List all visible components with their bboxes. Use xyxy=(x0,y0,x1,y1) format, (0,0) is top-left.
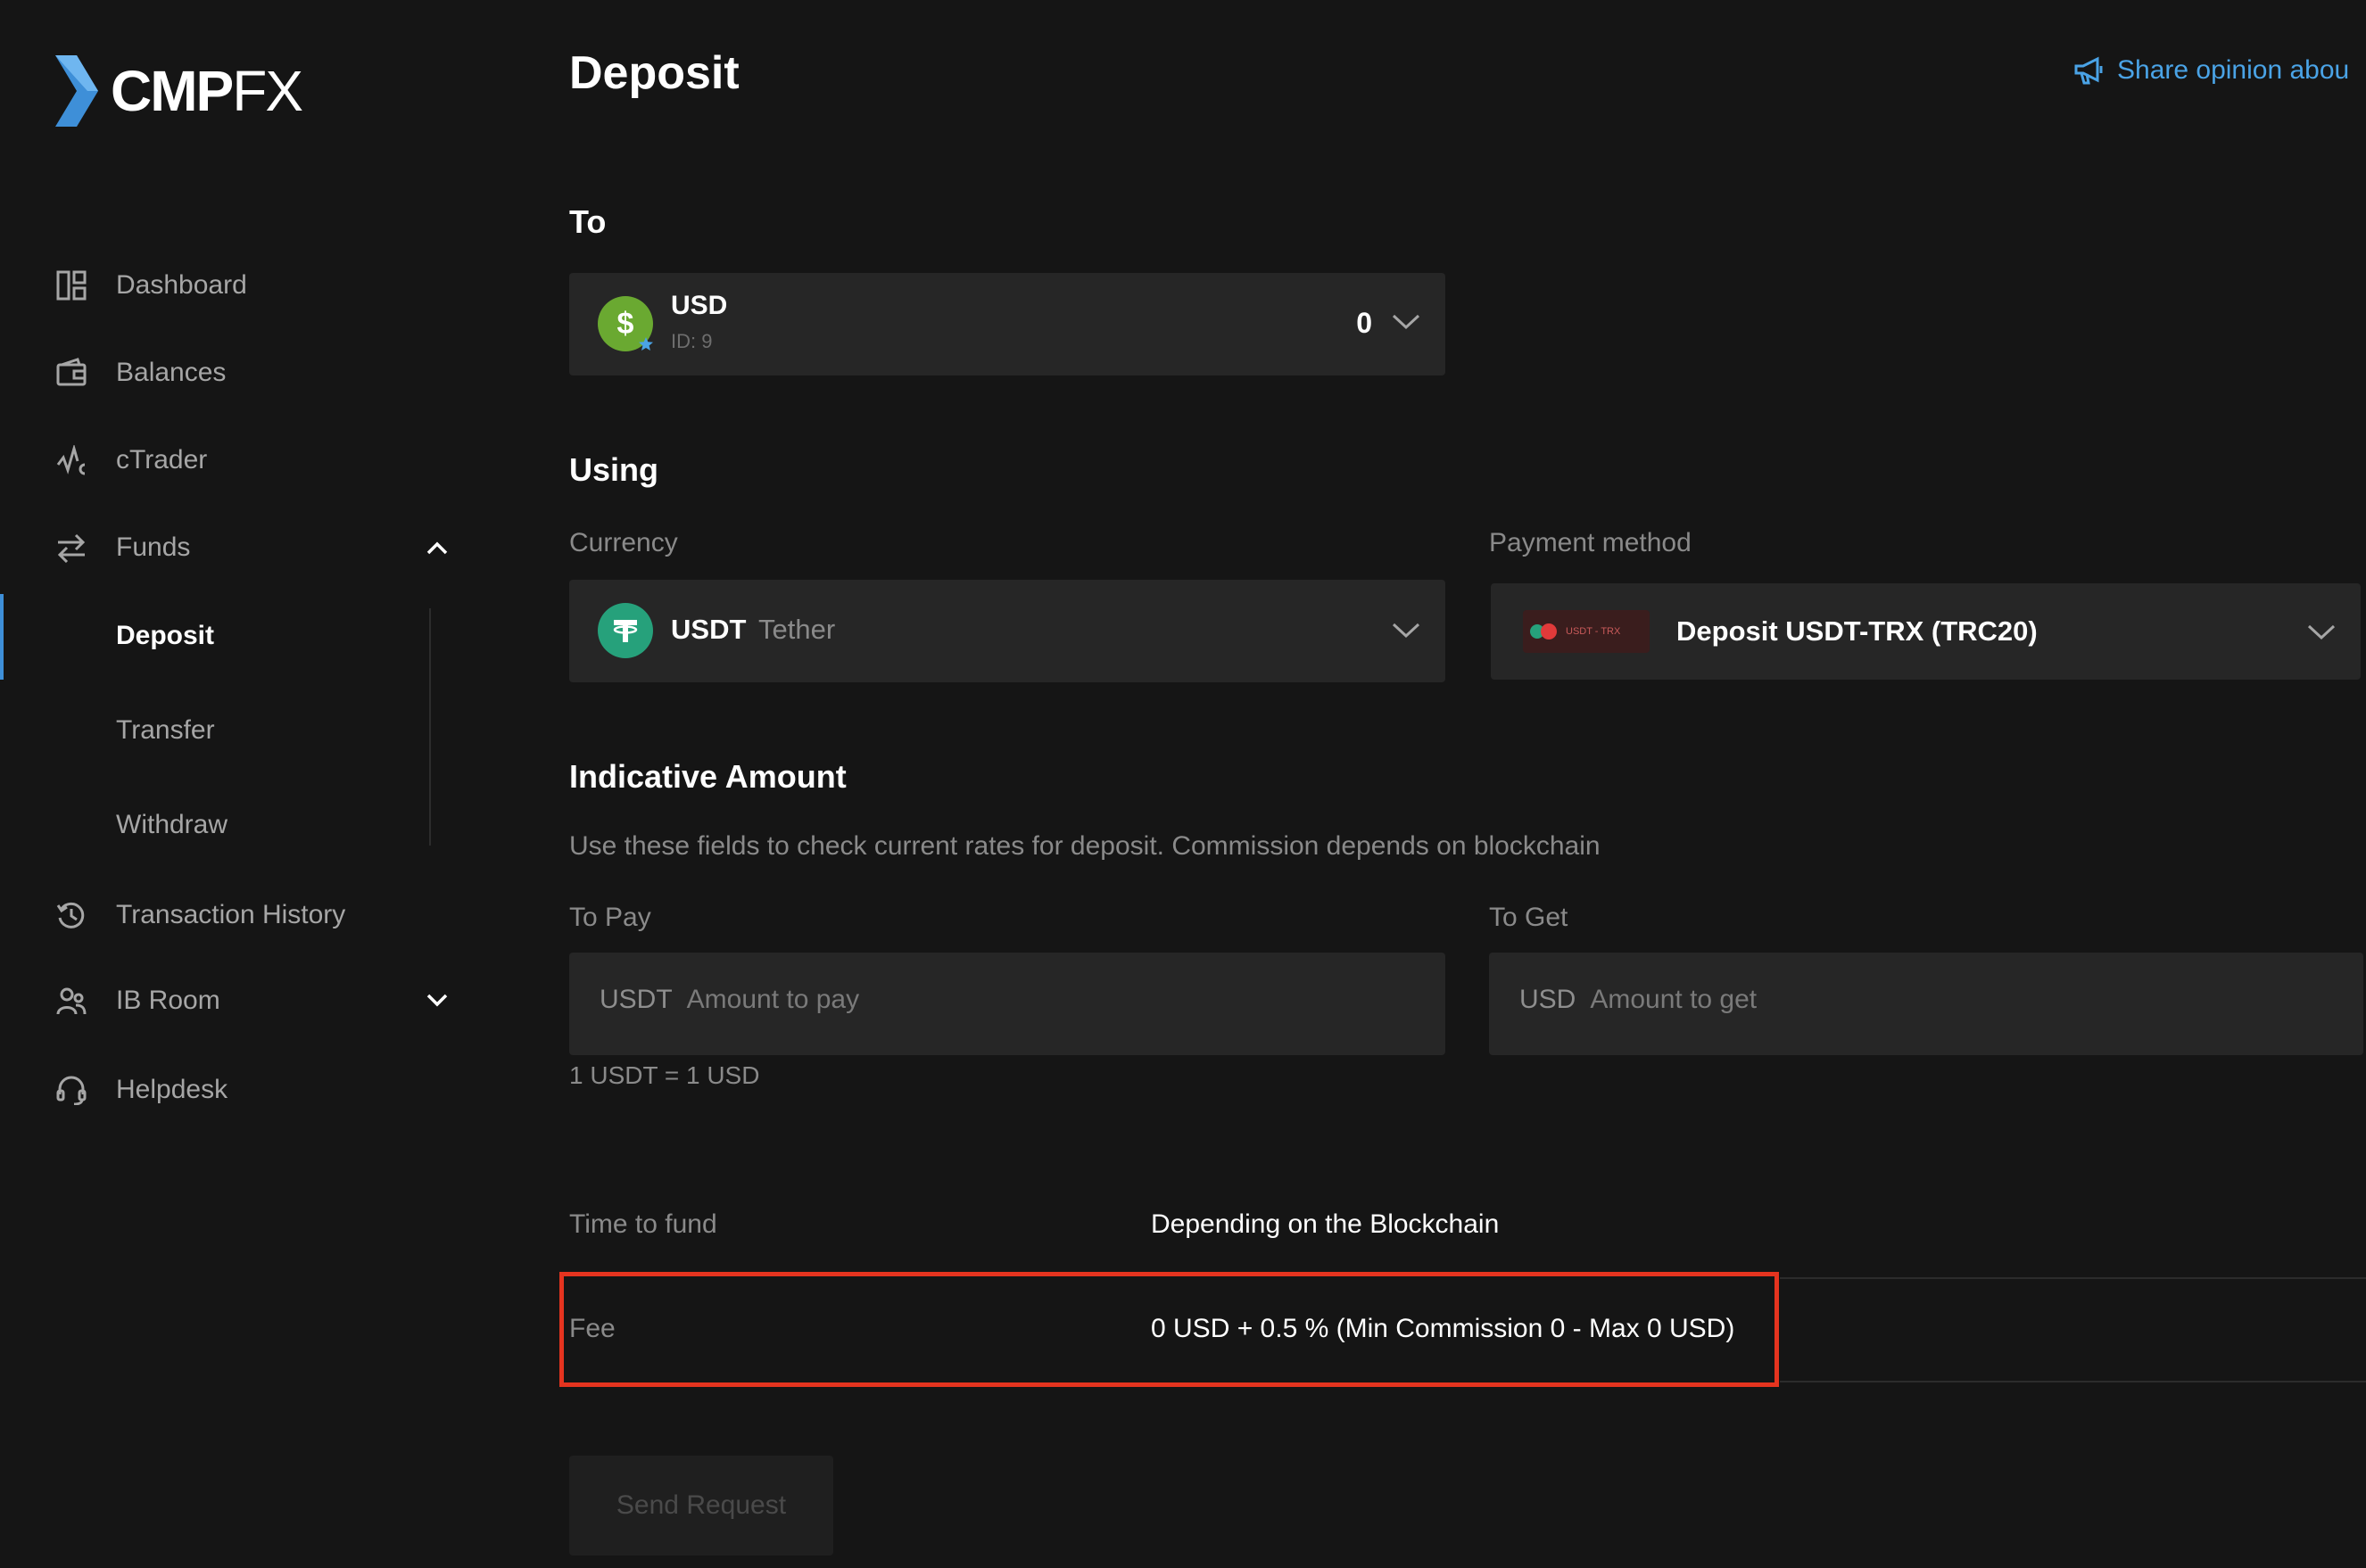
sidebar-item-dashboard[interactable]: Dashboard xyxy=(52,259,247,312)
sidebar-item-label: Transaction History xyxy=(116,900,346,929)
logo-chevron-icon xyxy=(55,55,98,127)
history-icon xyxy=(52,895,91,935)
sidebar-subitem-withdraw[interactable]: Withdraw xyxy=(116,810,228,840)
sidebar-item-balances[interactable]: Balances xyxy=(52,346,226,400)
amount-to-pay-input[interactable]: USDT Amount to pay xyxy=(569,953,1445,1055)
currency-name: Tether xyxy=(758,614,836,645)
page-title: Deposit xyxy=(569,47,740,99)
amount-to-get-input[interactable]: USD Amount to get xyxy=(1489,953,2363,1055)
usdt-trx-badge: USDT - TRX xyxy=(1523,610,1650,653)
tether-coin-icon xyxy=(598,603,653,658)
sidebar-subitem-deposit[interactable]: Deposit xyxy=(116,621,214,651)
tron-mini-icon xyxy=(1541,623,1557,640)
amount-to-get-placeholder: USD Amount to get xyxy=(1519,985,1758,1014)
section-heading-indicative-amount: Indicative Amount xyxy=(569,758,847,795)
account-select[interactable]: $ USD ID: 9 0 xyxy=(569,273,1445,375)
share-opinion-label: Share opinion abou xyxy=(2117,55,2350,85)
sidebar-item-label: IB Room xyxy=(116,986,220,1015)
brand-name: CMPFX xyxy=(111,59,303,123)
payment-method-select[interactable]: USDT - TRX Deposit USDT-TRX (TRC20) xyxy=(1491,583,2361,680)
chevron-down-icon[interactable] xyxy=(418,981,457,1020)
account-balance: 0 xyxy=(1356,307,1372,339)
divider xyxy=(1780,1277,2366,1279)
time-to-fund-value: Depending on the Blockchain xyxy=(1151,1209,1500,1239)
headset-icon xyxy=(52,1070,91,1110)
amount-to-pay-prefix: USDT xyxy=(600,985,673,1014)
sidebar-item-ctrader[interactable]: cTrader xyxy=(52,433,207,487)
payment-method-label: Payment method xyxy=(1489,528,1692,557)
sidebar-item-helpdesk[interactable]: Helpdesk xyxy=(52,1063,228,1117)
payment-method-value: Deposit USDT-TRX (TRC20) xyxy=(1676,615,2038,647)
ctrader-icon xyxy=(52,441,91,480)
amount-to-get-prefix: USD xyxy=(1519,985,1576,1014)
sidebar-item-label: Helpdesk xyxy=(116,1075,228,1104)
users-icon xyxy=(52,981,91,1020)
currency-select[interactable]: USDT Tether xyxy=(569,580,1445,682)
sidebar-item-transaction-history[interactable]: Transaction History xyxy=(52,888,345,942)
chevron-up-icon[interactable] xyxy=(418,528,457,567)
fee-highlight-box xyxy=(559,1272,1779,1387)
section-heading-using: Using xyxy=(569,451,659,488)
send-request-button[interactable]: Send Request xyxy=(569,1456,833,1556)
time-to-fund-label: Time to fund xyxy=(569,1209,717,1239)
sidebar-subitem-transfer[interactable]: Transfer xyxy=(116,715,215,746)
sidebar-item-label: cTrader xyxy=(116,445,208,475)
sidebar-item-funds[interactable]: Funds xyxy=(52,521,471,574)
star-icon xyxy=(638,336,654,352)
sidebar: CMPFX Dashboard Balances cTrader Funds D… xyxy=(0,0,495,1568)
transfer-arrows-icon xyxy=(52,528,91,567)
account-id: ID: 9 xyxy=(671,330,713,352)
share-opinion-link[interactable]: Share opinion abou xyxy=(2074,55,2349,86)
account-currency: USD xyxy=(671,291,728,320)
exchange-rate: 1 USDT = 1 USD xyxy=(569,1061,760,1089)
section-heading-to: To xyxy=(569,203,607,240)
dashboard-icon xyxy=(52,266,91,305)
active-indicator xyxy=(0,594,4,680)
main-content: Deposit Share opinion abou To $ USD ID: … xyxy=(495,0,2366,1568)
submenu-line xyxy=(429,608,431,846)
currency-code: USDT xyxy=(671,614,747,645)
chevron-down-icon xyxy=(1392,623,1420,643)
wallet-icon xyxy=(52,353,91,392)
payment-badge-text: USDT - TRX xyxy=(1566,626,1621,637)
divider xyxy=(1780,1381,2366,1382)
to-get-label: To Get xyxy=(1489,903,1568,932)
sidebar-item-label: Funds xyxy=(116,532,191,562)
sidebar-item-label: Balances xyxy=(116,358,227,387)
to-pay-label: To Pay xyxy=(569,903,651,932)
currency-label: Currency xyxy=(569,528,678,557)
chevron-down-icon xyxy=(1392,314,1420,334)
sidebar-item-ib-room[interactable]: IB Room xyxy=(52,974,471,1027)
chevron-down-icon xyxy=(2307,624,2336,645)
megaphone-icon xyxy=(2074,56,2103,85)
brand-logo[interactable]: CMPFX xyxy=(52,54,303,128)
indicative-description: Use these fields to check current rates … xyxy=(569,831,1601,861)
amount-to-pay-placeholder: USDT Amount to pay xyxy=(600,985,860,1014)
sidebar-item-label: Dashboard xyxy=(116,270,247,300)
